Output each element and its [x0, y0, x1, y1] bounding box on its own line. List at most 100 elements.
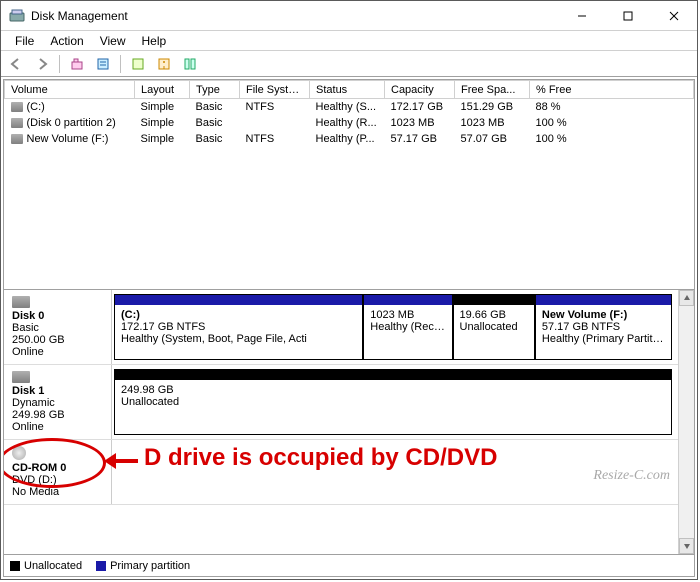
back-icon[interactable]	[5, 53, 27, 75]
cell-pct: 88 %	[530, 99, 694, 116]
partition[interactable]: (C:) 172.17 GB NTFS Healthy (System, Boo…	[114, 294, 363, 360]
partition[interactable]: 1023 MB Healthy (Recovery P	[363, 294, 452, 360]
disk-partitions: (C:) 172.17 GB NTFS Healthy (System, Boo…	[112, 290, 678, 364]
menu-view[interactable]: View	[92, 32, 134, 50]
refresh-icon[interactable]	[127, 53, 149, 75]
scroll-up-icon[interactable]	[679, 290, 694, 306]
legend-item: Unallocated	[10, 560, 82, 572]
menu-file[interactable]: File	[7, 32, 42, 50]
disk-size: 249.98 GB	[12, 409, 105, 421]
toolbar	[1, 51, 697, 77]
cell-pct: 100 %	[530, 115, 694, 131]
partition-size: 172.17 GB NTFS	[121, 321, 356, 333]
volume-icon	[11, 118, 23, 128]
legend-item: Primary partition	[96, 560, 190, 572]
legend-label: Primary partition	[110, 560, 190, 572]
disk-icon	[12, 371, 30, 383]
cell-capacity: 57.17 GB	[385, 131, 455, 147]
close-button[interactable]	[651, 1, 697, 30]
cell-status: Healthy (P...	[310, 131, 385, 147]
minimize-button[interactable]	[559, 1, 605, 30]
col-freespace[interactable]: Free Spa...	[455, 81, 530, 99]
disk-state: Online	[12, 421, 105, 433]
scroll-track[interactable]	[679, 306, 694, 538]
disk-label: Disk 0 Basic 250.00 GB Online	[4, 290, 112, 364]
col-status[interactable]: Status	[310, 81, 385, 99]
menubar: File Action View Help	[1, 31, 697, 51]
disk-kind: Dynamic	[12, 397, 105, 409]
cell-free: 1023 MB	[455, 115, 530, 131]
table-header-row: Volume Layout Type File System Status Ca…	[5, 81, 694, 99]
col-filesystem[interactable]: File System	[240, 81, 310, 99]
col-volume[interactable]: Volume	[5, 81, 135, 99]
cell-volume: (C:)	[27, 101, 45, 113]
partition-bar	[115, 370, 671, 380]
app-icon	[9, 8, 25, 24]
menu-help[interactable]: Help	[134, 32, 175, 50]
partition[interactable]: New Volume (F:) 57.17 GB NTFS Healthy (P…	[535, 294, 672, 360]
cell-fs: NTFS	[240, 99, 310, 116]
show-hide-icon[interactable]	[179, 53, 201, 75]
partition-status: Unallocated	[121, 396, 665, 408]
partition-bar	[364, 295, 451, 305]
forward-icon[interactable]	[31, 53, 53, 75]
titlebar: Disk Management	[1, 1, 697, 31]
scroll-down-icon[interactable]	[679, 538, 694, 554]
disk-row[interactable]: CD-ROM 0 DVD (D:) No Media	[4, 440, 678, 505]
disk-row[interactable]: Disk 1 Dynamic 249.98 GB Online 249.98 G…	[4, 365, 678, 440]
partition-size: 57.17 GB NTFS	[542, 321, 665, 333]
col-layout[interactable]: Layout	[135, 81, 190, 99]
volume-table: Volume Layout Type File System Status Ca…	[4, 80, 694, 147]
volume-icon	[11, 134, 23, 144]
disk-partitions: 249.98 GB Unallocated	[112, 365, 678, 439]
disk-management-window: Disk Management File Action View Help	[0, 0, 698, 580]
col-capacity[interactable]: Capacity	[385, 81, 455, 99]
window-controls	[559, 1, 697, 30]
cell-status: Healthy (S...	[310, 99, 385, 116]
properties-icon[interactable]	[92, 53, 114, 75]
cell-capacity: 172.17 GB	[385, 99, 455, 116]
partition[interactable]: 19.66 GB Unallocated	[453, 294, 535, 360]
partition-size: 249.98 GB	[121, 384, 665, 396]
partition-title: New Volume (F:)	[542, 309, 665, 321]
cell-fs: NTFS	[240, 131, 310, 147]
partition-bar	[454, 295, 534, 305]
cell-volume: (Disk 0 partition 2)	[27, 117, 116, 129]
volume-icon	[11, 102, 23, 112]
disk-name: Disk 1	[12, 385, 105, 397]
col-type[interactable]: Type	[190, 81, 240, 99]
cell-type: Basic	[190, 131, 240, 147]
volume-list-pane[interactable]: Volume Layout Type File System Status Ca…	[4, 80, 694, 290]
up-icon[interactable]	[66, 53, 88, 75]
disk-name: Disk 0	[12, 310, 105, 322]
content-area: Volume Layout Type File System Status Ca…	[3, 79, 695, 577]
legend: Unallocated Primary partition	[4, 554, 694, 576]
cell-type: Basic	[190, 99, 240, 116]
disk-label: Disk 1 Dynamic 249.98 GB Online	[4, 365, 112, 439]
cell-free: 151.29 GB	[455, 99, 530, 116]
cell-capacity: 1023 MB	[385, 115, 455, 131]
disk-row[interactable]: Disk 0 Basic 250.00 GB Online (C:) 172.1…	[4, 290, 678, 365]
disk-state: No Media	[12, 486, 105, 498]
partition-status: Healthy (Recovery P	[370, 321, 445, 333]
col-pctfree[interactable]: % Free	[530, 81, 694, 99]
partition-bar	[536, 295, 671, 305]
cdrom-icon	[12, 446, 26, 460]
window-title: Disk Management	[31, 9, 128, 23]
vertical-scrollbar[interactable]	[678, 290, 694, 554]
disk-state: Online	[12, 346, 105, 358]
cell-pct: 100 %	[530, 131, 694, 147]
menu-action[interactable]: Action	[42, 32, 91, 50]
partition[interactable]: 249.98 GB Unallocated	[114, 369, 672, 435]
maximize-button[interactable]	[605, 1, 651, 30]
table-row[interactable]: (Disk 0 partition 2) Simple Basic Health…	[5, 115, 694, 131]
partition-status: Unallocated	[460, 321, 528, 333]
cell-layout: Simple	[135, 99, 190, 116]
partition-status: Healthy (Primary Partition)	[542, 333, 665, 345]
table-row[interactable]: New Volume (F:) Simple Basic NTFS Health…	[5, 131, 694, 147]
cell-volume: New Volume (F:)	[27, 133, 109, 145]
disk-kind: DVD (D:)	[12, 474, 105, 486]
cell-status: Healthy (R...	[310, 115, 385, 131]
help-icon[interactable]	[153, 53, 175, 75]
table-row[interactable]: (C:) Simple Basic NTFS Healthy (S... 172…	[5, 99, 694, 116]
